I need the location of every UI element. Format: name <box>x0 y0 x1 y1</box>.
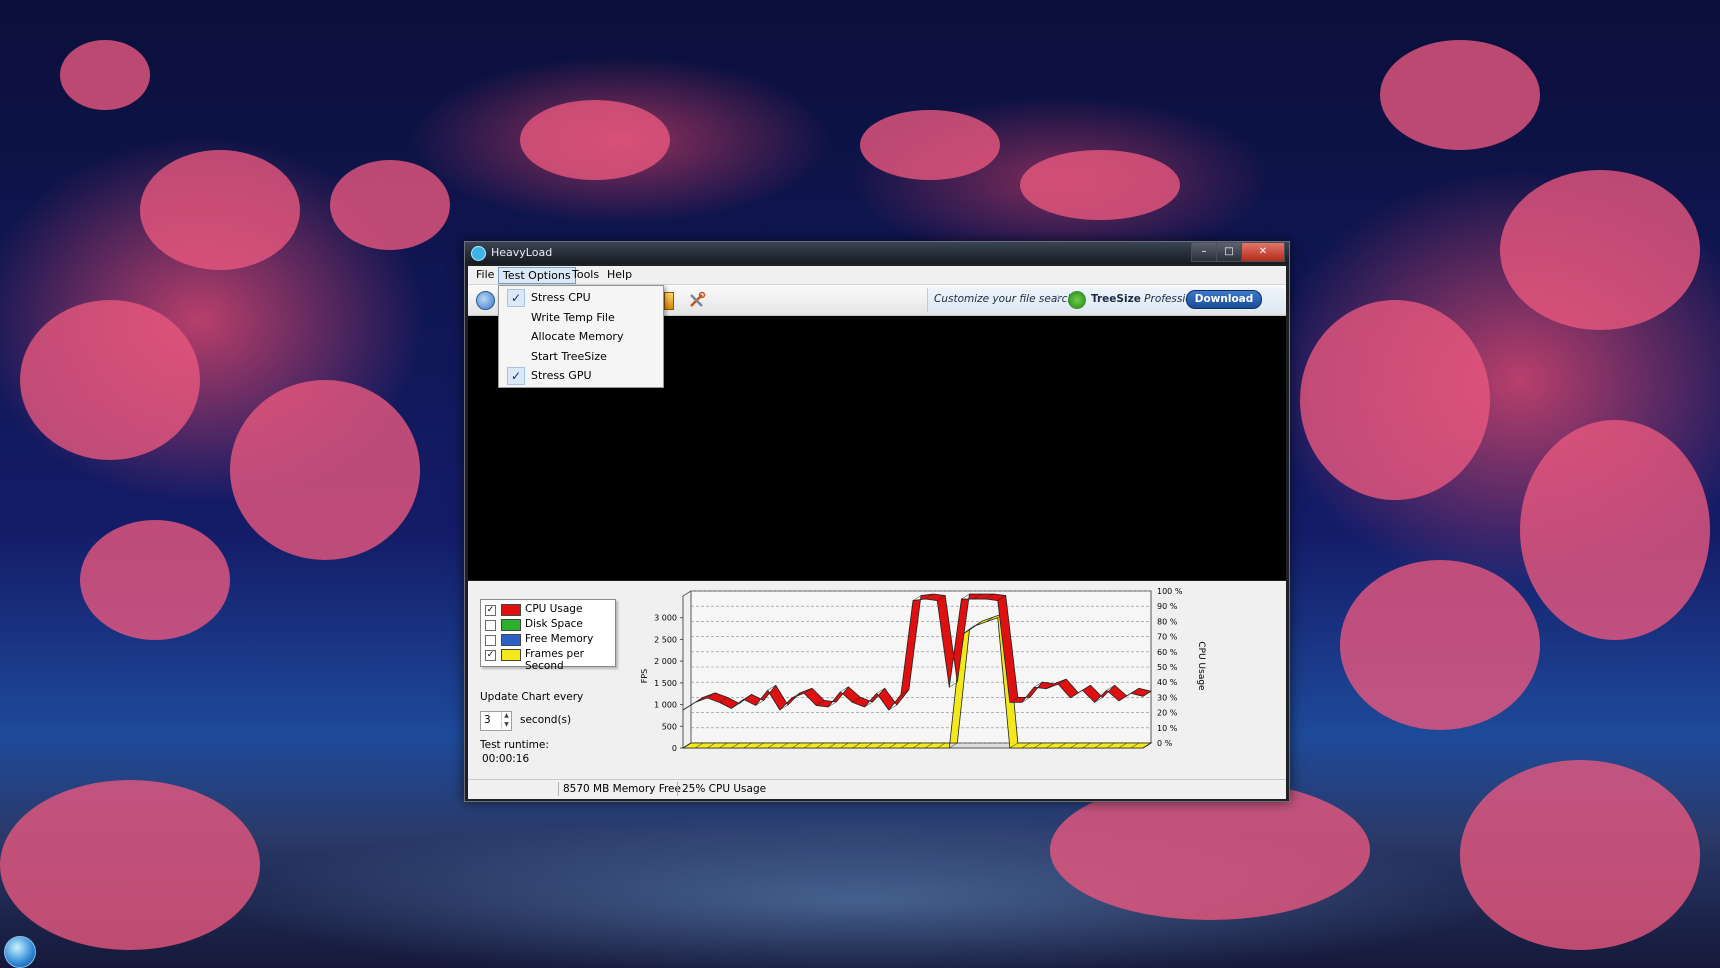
menu-item-stress-gpu[interactable]: ✓ Stress GPU <box>501 366 659 386</box>
right-tick-label: 10 % <box>1157 724 1178 733</box>
legend-item-disk-space[interactable]: Disk Space <box>485 618 613 632</box>
menu-help[interactable]: Help <box>603 267 636 282</box>
heavyload-window: HeavyLoad – □ ✕ File Test Options Tools … <box>464 241 1290 802</box>
status-memory: 8570 MB Memory Free <box>558 782 681 796</box>
start-test-icon[interactable] <box>476 291 495 310</box>
chart-left-edge <box>682 590 692 597</box>
menu-item-write-temp-file[interactable]: Write Temp File <box>501 308 659 328</box>
legend-checkbox-cpu[interactable]: ✓ <box>485 605 496 616</box>
legend-item-cpu-usage[interactable]: ✓ CPU Usage <box>485 603 613 617</box>
menu-test-options[interactable]: Test Options <box>498 267 576 284</box>
stepper-up-icon[interactable]: ▲ <box>501 712 511 720</box>
right-tick-label: 100 % <box>1157 587 1183 596</box>
legend-checkbox-memory[interactable] <box>485 635 496 646</box>
test-options-dropdown: ✓ Stress CPU Write Temp File Allocate Memor… <box>498 285 664 388</box>
legend-item-free-memory[interactable]: Free Memory <box>485 633 613 647</box>
status-bar: 8570 MB Memory Free 25% CPU Usage <box>468 779 1286 799</box>
menu-item-label: Allocate Memory <box>531 330 624 344</box>
legend-swatch-cpu <box>501 604 521 616</box>
update-interval-value: 3 <box>484 714 491 726</box>
download-button[interactable]: Download <box>1186 290 1262 309</box>
legend-checkbox-disk[interactable] <box>485 620 496 631</box>
series-cpu-usage-point <box>682 704 692 711</box>
menu-item-label: Write Temp File <box>531 310 615 324</box>
stepper-down-icon[interactable]: ▼ <box>501 721 511 729</box>
left-tick-label: 0 <box>672 744 677 753</box>
tools-icon[interactable] <box>688 291 706 309</box>
update-chart-label: Update Chart every <box>480 691 584 703</box>
menu-item-label: Stress CPU <box>531 291 591 304</box>
right-tick-label: 30 % <box>1157 693 1178 702</box>
right-tick-label: 70 % <box>1157 633 1178 642</box>
menu-item-start-treesize[interactable]: Start TreeSize <box>501 347 659 367</box>
legend-label-fps: Frames per Second <box>525 648 584 672</box>
menu-file[interactable]: File <box>472 267 498 282</box>
seconds-label: second(s) <box>520 714 572 726</box>
menu-item-label: Start TreeSize <box>531 349 607 363</box>
left-tick-label: 2 500 <box>654 635 677 644</box>
right-tick-label: 20 % <box>1157 709 1178 718</box>
right-axis-label: CPU Usage <box>1196 641 1206 691</box>
menu-item-stress-cpu[interactable]: ✓ Stress CPU <box>501 288 659 308</box>
right-tick-label: 60 % <box>1157 648 1178 657</box>
status-cpu: 25% CPU Usage <box>677 782 766 796</box>
left-tick-label: 3 000 <box>654 614 677 623</box>
right-tick-label: 40 % <box>1157 678 1178 687</box>
legend-swatch-memory <box>501 634 521 646</box>
legend-checkbox-fps[interactable]: ✓ <box>485 650 496 661</box>
left-tick-label: 2 000 <box>654 657 677 666</box>
title-bar[interactable]: HeavyLoad – □ ✕ <box>465 242 1289 264</box>
close-button[interactable]: ✕ <box>1241 242 1285 262</box>
chevron-right-icon: › <box>1056 290 1062 306</box>
runtime-value: 00:00:16 <box>482 753 530 765</box>
legend-swatch-disk <box>501 619 521 631</box>
right-tick-label: 0 % <box>1157 739 1173 748</box>
legend-label-disk: Disk Space <box>525 618 583 630</box>
update-interval-stepper[interactable]: 3 ▲ ▼ <box>480 711 512 731</box>
legend-label-memory: Free Memory <box>525 633 594 645</box>
legend-item-fps[interactable]: ✓ Frames per Second <box>485 648 613 672</box>
runtime-label: Test runtime: <box>480 739 549 751</box>
minimize-button[interactable]: – <box>1191 242 1217 262</box>
start-button[interactable] <box>4 936 36 968</box>
left-tick-label: 1 000 <box>654 701 677 710</box>
chart-legend: ✓ CPU Usage Disk Space Free Memory ✓ Fra… <box>480 599 616 672</box>
left-axis-label: FPS <box>640 669 649 684</box>
menu-item-allocate-memory[interactable]: Allocate Memory <box>501 327 659 347</box>
stress-gpu-toolbar-icon[interactable] <box>664 292 674 310</box>
window-title: HeavyLoad <box>491 246 553 259</box>
checkmark-icon: ✓ <box>507 367 525 386</box>
legend-label-cpu: CPU Usage <box>525 603 583 615</box>
usage-chart: 0 % 10 % 20 % 30 % 40 % 50 % 60 % 70 % 80 % 90 % 1… <box>640 587 1206 753</box>
app-icon <box>471 246 486 261</box>
ad-text: Customize your file search <box>934 293 1075 305</box>
menu-tools[interactable]: Tools <box>568 267 603 282</box>
treesize-logo-icon <box>1068 291 1086 309</box>
treesize-ad-banner[interactable]: Customize your file search › TreeSize Pr… <box>927 288 1284 312</box>
menu-bar: File Test Options Tools Help <box>468 266 1286 285</box>
menu-item-label: Stress GPU <box>531 369 592 383</box>
right-tick-label: 80 % <box>1157 617 1178 626</box>
right-tick-label: 50 % <box>1157 663 1178 672</box>
monitor-panel: ✓ CPU Usage Disk Space Free Memory ✓ Fra… <box>468 581 1286 779</box>
legend-swatch-fps <box>501 649 521 661</box>
right-tick-label: 90 % <box>1157 602 1178 611</box>
checkmark-icon: ✓ <box>507 289 525 307</box>
left-tick-label: 500 <box>662 722 677 731</box>
left-tick-label: 1 500 <box>654 679 677 688</box>
maximize-button[interactable]: □ <box>1216 242 1242 262</box>
